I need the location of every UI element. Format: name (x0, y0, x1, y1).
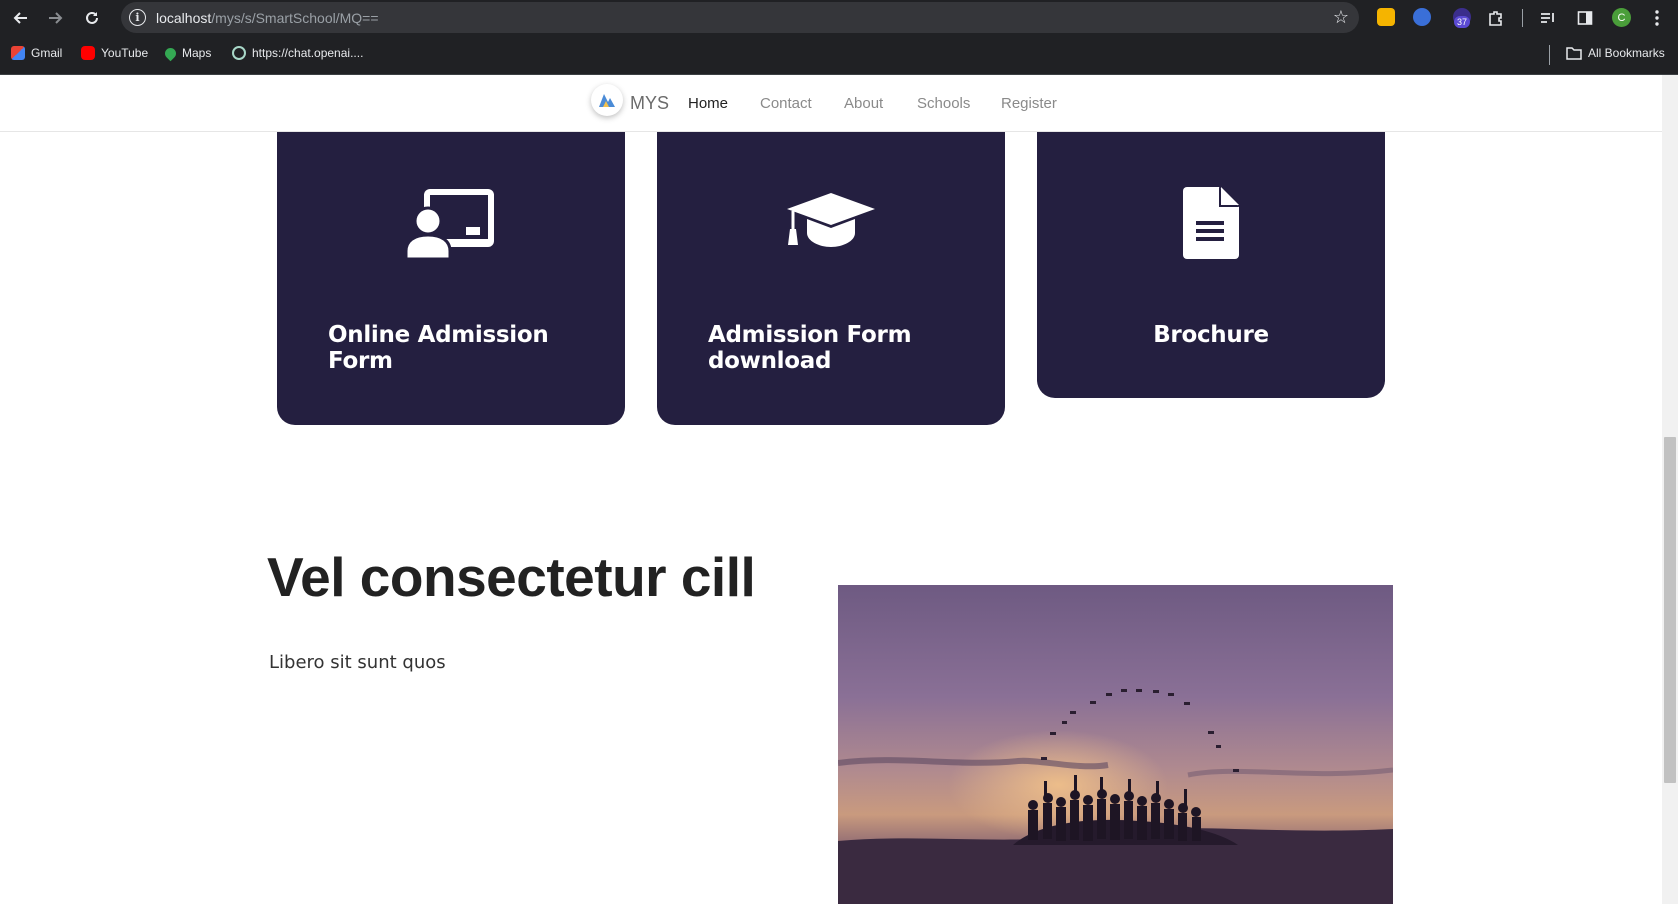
site-info-icon[interactable]: i (129, 9, 146, 26)
site-brand[interactable]: MYS (630, 93, 669, 114)
menu-kebab-icon[interactable] (1643, 4, 1671, 32)
site-logo[interactable] (591, 84, 623, 116)
nav-home[interactable]: Home (688, 95, 728, 112)
document-icon (1037, 187, 1385, 259)
nav-register[interactable]: Register (1001, 95, 1057, 112)
card-title: Brochure (1153, 322, 1269, 348)
address-bar[interactable]: i localhost/mys/s/SmartSchool/MQ== ☆ (121, 2, 1359, 33)
bookmark-star-icon[interactable]: ☆ (1333, 7, 1349, 28)
gmail-icon (11, 46, 25, 60)
school-logo-icon (599, 94, 615, 107)
reload-icon[interactable] (78, 4, 106, 32)
card-title: Admission Form download (708, 322, 912, 374)
page-scrollbar[interactable] (1662, 75, 1678, 904)
forward-arrow-icon[interactable] (42, 4, 70, 32)
extension-yellow-icon[interactable] (1377, 8, 1395, 26)
section-lead-text: Libero sit sunt quos (269, 652, 446, 673)
graduation-silhouette-photo (838, 585, 1393, 904)
youtube-icon (81, 46, 95, 60)
openai-icon (232, 46, 246, 60)
bookmark-gmail[interactable]: Gmail (11, 46, 62, 60)
media-queue-icon[interactable] (1534, 4, 1562, 32)
extensions-puzzle-icon[interactable] (1482, 4, 1510, 32)
card-brochure[interactable]: Brochure (1037, 132, 1385, 398)
url-text[interactable]: localhost/mys/s/SmartSchool/MQ== (156, 10, 379, 26)
back-arrow-icon[interactable] (6, 4, 34, 32)
nav-contact[interactable]: Contact (760, 95, 812, 112)
teacher-icon (277, 187, 625, 259)
bookmarks-divider (1549, 45, 1550, 65)
site-navbar: MYS Home Contact About Schools Register (0, 75, 1662, 132)
nav-about[interactable]: About (844, 95, 883, 112)
card-title: Online Admission Form (328, 322, 549, 374)
all-bookmarks-button[interactable]: All Bookmarks (1566, 46, 1665, 60)
scrollbar-thumb[interactable] (1664, 437, 1676, 783)
graduation-cap-icon (657, 187, 1005, 249)
extension-blue-icon[interactable] (1413, 8, 1431, 26)
card-online-admission-form[interactable]: Online Admission Form (277, 132, 625, 425)
folder-icon (1566, 46, 1582, 60)
side-panel-icon[interactable] (1571, 4, 1599, 32)
bookmark-maps[interactable]: Maps (162, 45, 211, 61)
nav-schools[interactable]: Schools (917, 95, 970, 112)
extension-badge: 37 (1454, 16, 1471, 28)
maps-pin-icon (162, 45, 179, 61)
bookmarks-bar: Gmail YouTube Maps https://chat.openai..… (0, 35, 1678, 75)
page-viewport: MYS Home Contact About Schools Register … (0, 75, 1678, 904)
toolbar-divider (1522, 9, 1523, 27)
bookmark-youtube[interactable]: YouTube (81, 46, 148, 60)
browser-toolbar: i localhost/mys/s/SmartSchool/MQ== ☆ 37 … (0, 0, 1678, 35)
profile-avatar[interactable]: C (1612, 8, 1631, 27)
bookmark-chat-openai[interactable]: https://chat.openai.... (232, 46, 363, 60)
card-admission-form-download[interactable]: Admission Form download (657, 132, 1005, 425)
section-headline: Vel consectetur cill (267, 546, 756, 608)
